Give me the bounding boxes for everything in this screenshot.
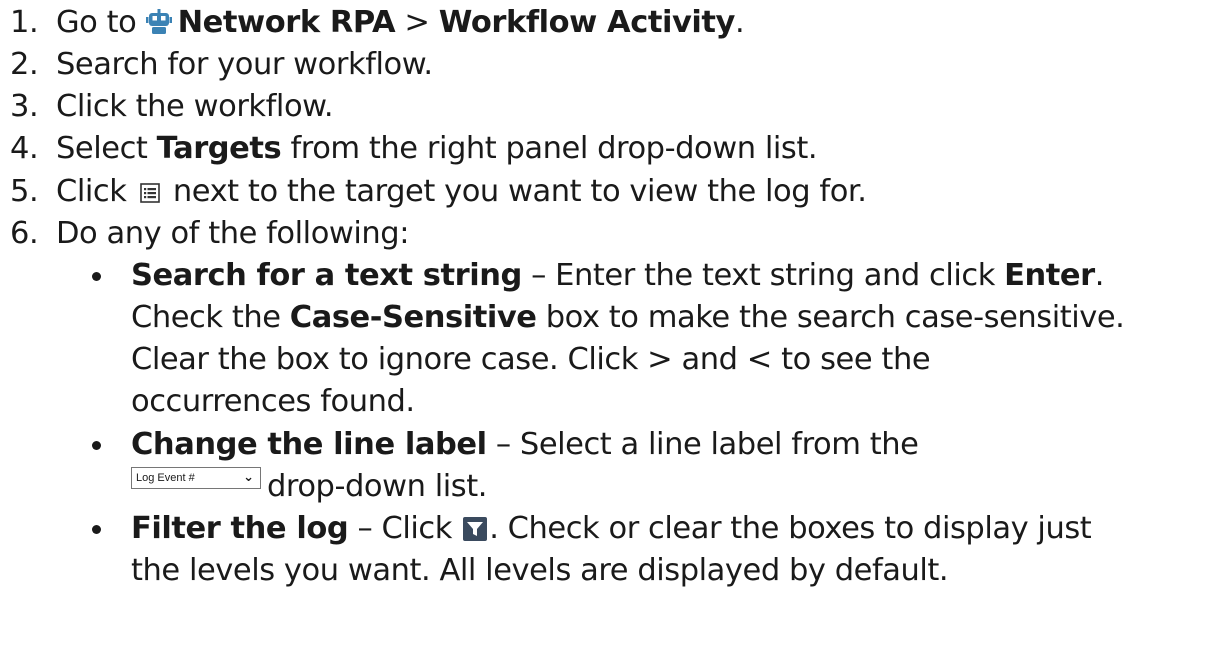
- step-number: 6.: [10, 216, 39, 251]
- step-text: Search for your workflow.: [56, 47, 433, 82]
- chevron-down-icon: ⌄: [243, 470, 254, 485]
- log-event-dropdown[interactable]: Log Event # ⌄: [131, 467, 261, 489]
- menu-network-rpa: Network RPA: [177, 5, 396, 40]
- list-icon: [139, 174, 160, 214]
- step-number: 5.: [10, 174, 39, 209]
- step-text: Do any of the following:: [56, 216, 410, 251]
- step-number: 2.: [10, 47, 39, 82]
- step-text: Go to: [56, 5, 146, 40]
- menu-workflow-activity: Workflow Activity: [438, 5, 736, 40]
- step-text: Click the workflow.: [56, 89, 334, 124]
- bullet-icon: [92, 441, 101, 450]
- step-number: 3.: [10, 89, 39, 124]
- filter-icon: [463, 512, 488, 552]
- bullet-icon: [92, 272, 101, 281]
- step-number: 4.: [10, 131, 39, 166]
- robot-icon: [145, 6, 172, 46]
- step-number: 1.: [10, 5, 39, 40]
- targets-label: Targets: [156, 131, 282, 166]
- bullet-icon: [92, 525, 101, 534]
